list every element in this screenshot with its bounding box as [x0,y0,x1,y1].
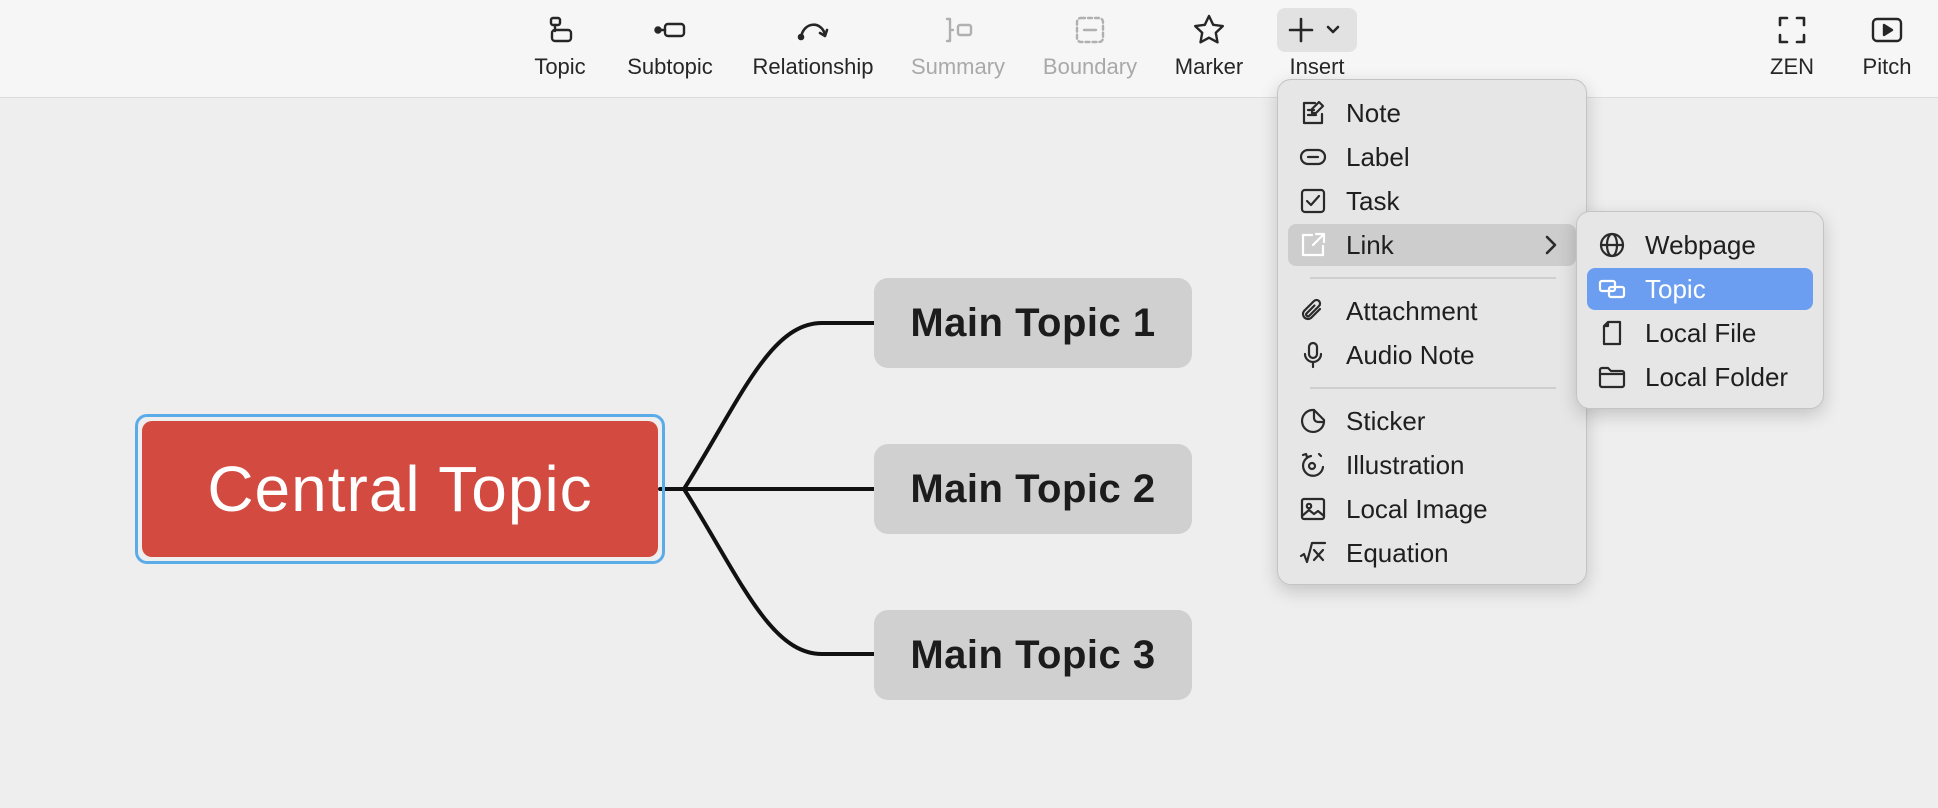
image-icon [1298,494,1328,524]
attachment-icon [1298,296,1328,326]
menu-item-label: Topic [1645,273,1706,304]
menu-item-equation[interactable]: Equation [1288,532,1576,574]
menu-item-label: Illustration [1346,449,1465,480]
menu-item-link[interactable]: Link [1288,224,1576,266]
menu-item-task[interactable]: Task [1288,180,1576,222]
submenu-item-local-folder[interactable]: Local Folder [1587,356,1813,398]
file-icon [1597,318,1627,348]
menu-item-label: Link [1346,229,1394,260]
menu-item-label: Attachment [1346,295,1478,326]
folder-icon [1597,362,1627,392]
task-icon [1298,186,1328,216]
menu-separator [1310,277,1556,279]
menu-item-label: Sticker [1346,405,1426,436]
globe-icon [1597,230,1627,260]
label-icon [1298,142,1328,172]
menu-item-audio-note[interactable]: Audio Note [1288,334,1576,376]
menu-item-label: Task [1346,185,1400,216]
insert-menu: Note Label Task Link Attachment Audio No… [1277,79,1587,585]
chevron-right-icon [1545,235,1557,255]
menu-item-label: Local Folder [1645,361,1789,392]
menu-item-local-image[interactable]: Local Image [1288,488,1576,530]
menu-item-label-insert[interactable]: Label [1288,136,1576,178]
equation-icon [1298,538,1328,568]
menu-item-label: Local File [1645,317,1757,348]
main-topic-3[interactable]: Main Topic 3 [874,610,1192,700]
menu-separator [1310,387,1556,389]
menu-item-illustration[interactable]: Illustration [1288,444,1576,486]
menu-item-attachment[interactable]: Attachment [1288,290,1576,332]
illustration-icon [1298,450,1328,480]
submenu-item-webpage[interactable]: Webpage [1587,224,1813,266]
main-topic-1[interactable]: Main Topic 1 [874,278,1192,368]
microphone-icon [1298,340,1328,370]
menu-item-label: Audio Note [1346,339,1475,370]
link-submenu: Webpage Topic Local File Local Folder [1576,211,1824,409]
main-topic-2[interactable]: Main Topic 2 [874,444,1192,534]
central-topic[interactable]: Central Topic [142,421,658,557]
submenu-item-topic[interactable]: Topic [1587,268,1813,310]
note-icon [1298,98,1328,128]
menu-item-label: Webpage [1645,229,1756,260]
menu-item-sticker[interactable]: Sticker [1288,400,1576,442]
menu-item-label: Label [1346,141,1410,172]
menu-item-label: Equation [1346,537,1449,568]
menu-item-label: Note [1346,97,1401,128]
sticker-icon [1298,406,1328,436]
menu-item-label: Local Image [1346,493,1488,524]
topic-link-icon [1597,274,1627,304]
submenu-item-local-file[interactable]: Local File [1587,312,1813,354]
menu-item-note[interactable]: Note [1288,92,1576,134]
link-icon [1298,230,1328,260]
